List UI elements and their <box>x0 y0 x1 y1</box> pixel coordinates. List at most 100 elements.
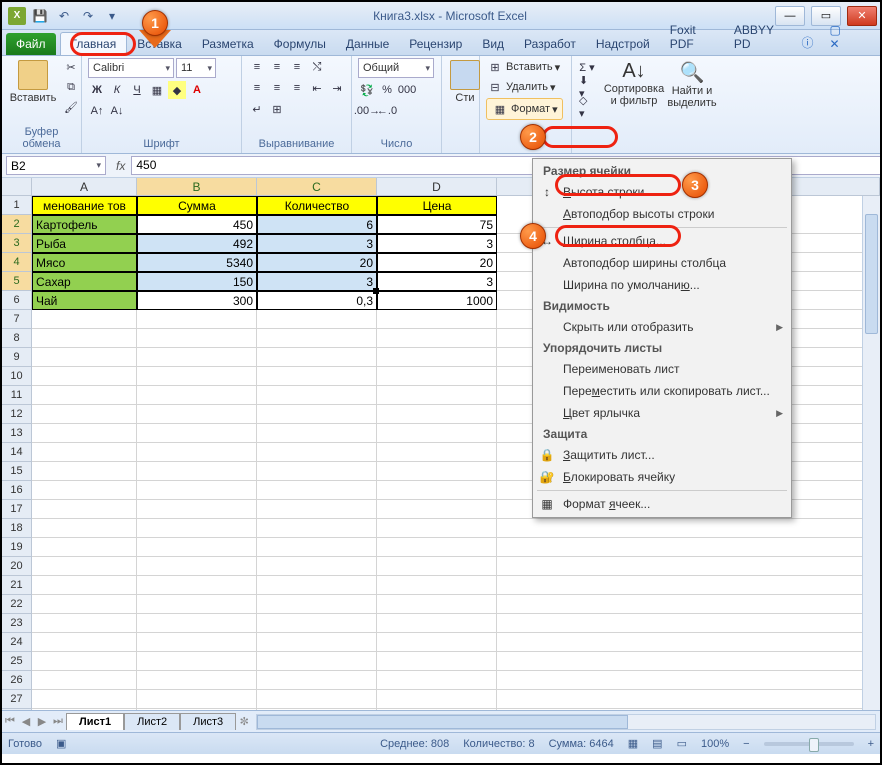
data-cell[interactable]: 6 <box>257 215 377 234</box>
empty-cell[interactable] <box>377 310 497 329</box>
macro-record-icon[interactable]: ▣ <box>56 737 66 750</box>
row-header-25[interactable]: 25 <box>2 652 32 671</box>
orientation-icon[interactable]: ⤭ <box>308 58 326 76</box>
dd-autofit-row[interactable]: Автоподбор высоты строки <box>533 203 791 225</box>
dd-protect-sheet[interactable]: 🔒Защитить лист... <box>533 444 791 466</box>
copy-icon[interactable]: ⧉ <box>62 78 80 96</box>
row-header-24[interactable]: 24 <box>2 633 32 652</box>
empty-cell[interactable] <box>257 633 377 652</box>
italic-button[interactable]: К <box>108 81 126 99</box>
align-bottom-icon[interactable]: ≡ <box>288 58 306 76</box>
row-header-9[interactable]: 9 <box>2 348 32 367</box>
indent-dec-icon[interactable]: ⇤ <box>308 79 326 97</box>
dd-format-cells[interactable]: ▦Формат ячеек... <box>533 493 791 515</box>
empty-cell[interactable] <box>257 386 377 405</box>
empty-cell[interactable] <box>32 481 137 500</box>
align-middle-icon[interactable]: ≡ <box>268 58 286 76</box>
currency-icon[interactable]: 💱 <box>358 81 376 99</box>
sheet-tab-2[interactable]: Лист2 <box>124 713 180 730</box>
help-icon[interactable]: ⓘ <box>793 30 821 55</box>
row-header-18[interactable]: 18 <box>2 519 32 538</box>
row-header-6[interactable]: 6 <box>2 291 32 310</box>
empty-cell[interactable] <box>32 367 137 386</box>
font-size-combo[interactable]: 11 <box>176 58 216 78</box>
empty-cell[interactable] <box>32 462 137 481</box>
empty-cell[interactable] <box>137 519 257 538</box>
number-format-combo[interactable]: Общий <box>358 58 434 78</box>
empty-cell[interactable] <box>32 557 137 576</box>
empty-cell[interactable] <box>377 633 497 652</box>
align-left-icon[interactable]: ≡ <box>248 79 266 97</box>
row-header-26[interactable]: 26 <box>2 671 32 690</box>
empty-cell[interactable] <box>137 443 257 462</box>
empty-cell[interactable] <box>377 386 497 405</box>
row-header-20[interactable]: 20 <box>2 557 32 576</box>
empty-cell[interactable] <box>32 443 137 462</box>
row-header-23[interactable]: 23 <box>2 614 32 633</box>
align-right-icon[interactable]: ≡ <box>288 79 306 97</box>
empty-cell[interactable] <box>257 614 377 633</box>
empty-cell[interactable] <box>32 576 137 595</box>
empty-cell[interactable] <box>137 709 257 710</box>
fx-icon[interactable]: fx <box>110 159 131 173</box>
tab-developer[interactable]: Разработ <box>514 33 586 55</box>
row-label[interactable]: Картофель <box>32 215 137 234</box>
data-cell[interactable]: 20 <box>257 253 377 272</box>
row-header-15[interactable]: 15 <box>2 462 32 481</box>
dd-rename-sheet[interactable]: Переименовать лист <box>533 358 791 380</box>
fill-color-button[interactable]: ◆ <box>168 81 186 99</box>
col-header-C[interactable]: C <box>257 178 377 196</box>
row-header-27[interactable]: 27 <box>2 690 32 709</box>
empty-cell[interactable] <box>137 557 257 576</box>
empty-cell[interactable] <box>257 310 377 329</box>
empty-cell[interactable] <box>377 595 497 614</box>
styles-button[interactable]: Сти <box>448 58 482 106</box>
empty-cell[interactable] <box>137 481 257 500</box>
empty-cell[interactable] <box>257 557 377 576</box>
empty-cell[interactable] <box>32 538 137 557</box>
sheet-nav-first-icon[interactable]: ⏮ <box>2 715 18 728</box>
empty-cell[interactable] <box>257 462 377 481</box>
insert-cells-button[interactable]: ⊞Вставить ▾ <box>486 58 560 76</box>
header-cell[interactable]: Цена <box>377 196 497 215</box>
increase-font-icon[interactable]: A↑ <box>88 102 106 120</box>
header-cell[interactable]: менование тов <box>32 196 137 215</box>
row-header-28[interactable]: 28 <box>2 709 32 710</box>
row-header-10[interactable]: 10 <box>2 367 32 386</box>
vertical-scrollbar[interactable] <box>862 196 880 710</box>
comma-icon[interactable]: 000 <box>398 81 416 99</box>
sheet-nav-prev-icon[interactable]: ◀ <box>18 715 34 728</box>
empty-cell[interactable] <box>32 633 137 652</box>
empty-cell[interactable] <box>137 652 257 671</box>
tab-review[interactable]: Рецензир <box>399 33 472 55</box>
empty-cell[interactable] <box>257 405 377 424</box>
empty-cell[interactable] <box>257 576 377 595</box>
empty-cell[interactable] <box>377 500 497 519</box>
row-header-22[interactable]: 22 <box>2 595 32 614</box>
row-label[interactable]: Чай <box>32 291 137 310</box>
empty-cell[interactable] <box>257 348 377 367</box>
empty-cell[interactable] <box>32 424 137 443</box>
dd-move-copy-sheet[interactable]: Переместить или скопировать лист... <box>533 380 791 402</box>
header-cell[interactable]: Количество <box>257 196 377 215</box>
data-cell[interactable]: 150 <box>137 272 257 291</box>
percent-icon[interactable]: % <box>378 81 396 99</box>
empty-cell[interactable] <box>32 595 137 614</box>
zoom-level[interactable]: 100% <box>701 738 729 750</box>
row-header-1[interactable]: 1 <box>2 196 32 215</box>
row-label[interactable]: Сахар <box>32 272 137 291</box>
empty-cell[interactable] <box>257 671 377 690</box>
row-header-13[interactable]: 13 <box>2 424 32 443</box>
merge-icon[interactable]: ⊞ <box>268 100 286 118</box>
row-header-17[interactable]: 17 <box>2 500 32 519</box>
empty-cell[interactable] <box>377 329 497 348</box>
empty-cell[interactable] <box>32 310 137 329</box>
header-cell[interactable]: Сумма <box>137 196 257 215</box>
data-cell[interactable]: 3 <box>257 272 377 291</box>
empty-cell[interactable] <box>137 310 257 329</box>
qat-undo-icon[interactable]: ↶ <box>54 6 74 26</box>
format-cells-button[interactable]: ▦Формат ▾ <box>486 98 563 120</box>
data-cell[interactable]: 1000 <box>377 291 497 310</box>
col-header-A[interactable]: A <box>32 178 137 196</box>
empty-cell[interactable] <box>257 481 377 500</box>
